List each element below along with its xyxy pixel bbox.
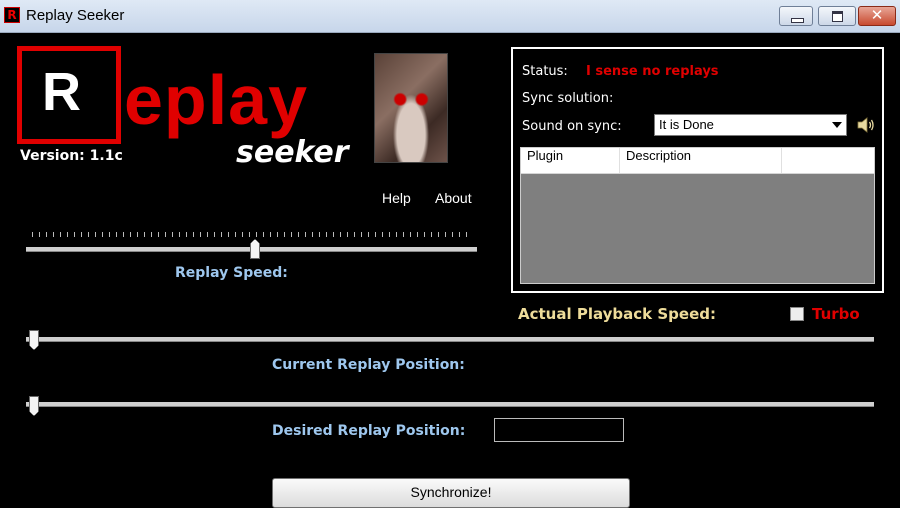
logo-r-letter: R (42, 62, 81, 122)
synchronize-button[interactable]: Synchronize! (272, 478, 630, 508)
replay-speed-label: Replay Speed: (175, 265, 288, 281)
desired-position-thumb[interactable] (29, 396, 39, 416)
turbo-label[interactable]: Turbo (812, 305, 860, 323)
speed-slider-ticks (32, 232, 472, 237)
current-position-label: Current Replay Position: (272, 357, 465, 373)
status-value: I sense no replays (586, 64, 719, 79)
minimize-button[interactable] (779, 6, 813, 26)
desired-position-input[interactable] (494, 418, 624, 442)
column-header-extra[interactable] (782, 148, 874, 173)
column-header-plugin[interactable]: Plugin (521, 148, 620, 173)
logo-wordmark: eplay (124, 61, 308, 139)
desired-position-slider[interactable] (26, 402, 874, 407)
maximize-button[interactable] (818, 6, 856, 26)
current-position-thumb[interactable] (29, 330, 39, 350)
sound-select-value: It is Done (659, 117, 714, 132)
actual-playback-speed-label: Actual Playback Speed: (518, 305, 716, 323)
title-bar: R Replay Seeker ✕ (0, 0, 900, 33)
sound-on-sync-label: Sound on sync: (522, 119, 622, 134)
speaker-icon[interactable] (857, 117, 875, 133)
plugins-table-header: Plugin Description (521, 148, 874, 174)
version-label: Version: 1.1c (20, 148, 123, 164)
plugins-table[interactable]: Plugin Description (520, 147, 875, 284)
character-portrait (374, 53, 448, 163)
logo-subtitle: seeker (236, 135, 349, 170)
column-header-description[interactable]: Description (620, 148, 782, 173)
current-position-slider[interactable] (26, 337, 874, 342)
replay-speed-thumb[interactable] (250, 239, 260, 259)
window-title: Replay Seeker (26, 7, 125, 24)
sync-solution-label: Sync solution: (522, 91, 614, 106)
sound-select[interactable]: It is Done (654, 114, 847, 136)
help-link[interactable]: Help (382, 190, 411, 206)
desired-position-label: Desired Replay Position: (272, 423, 466, 439)
app-icon: R (4, 7, 20, 23)
turbo-checkbox[interactable] (790, 307, 804, 321)
about-link[interactable]: About (435, 190, 472, 206)
close-icon: ✕ (870, 6, 884, 24)
close-button[interactable]: ✕ (858, 6, 896, 26)
status-label: Status: (522, 64, 568, 79)
chevron-down-icon (832, 122, 842, 128)
